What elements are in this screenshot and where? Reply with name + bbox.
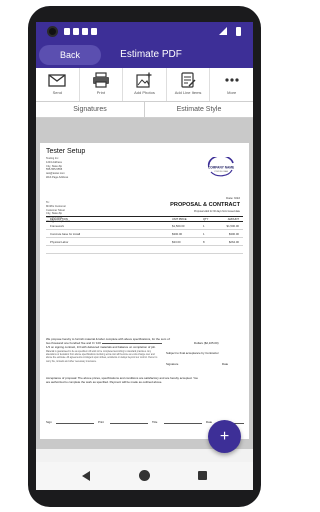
row-description: Physical Labor [50, 240, 69, 244]
action-toolbar: Send Print Add Photos Add Line Items Mor… [36, 68, 253, 102]
notification-icon [64, 28, 70, 35]
pdf-preview-area[interactable]: Tester Setup Testing Inc 1234 Address Ci… [36, 118, 253, 449]
add-photo-icon [136, 72, 152, 88]
row-unit-price: $300.00 [172, 232, 183, 236]
tab-estimate-style[interactable]: Estimate Style [145, 102, 253, 117]
camera-icon [47, 26, 58, 37]
title-line [164, 421, 202, 424]
line-items-table: DESCRIPTION UNIT PRICE QTY AMOUNT Framew… [46, 216, 243, 254]
add-photos-label: Add Photos [134, 90, 155, 95]
print-button[interactable]: Print [80, 68, 124, 101]
signal-icon [219, 27, 227, 35]
sign-label: Sign [46, 420, 52, 424]
proposal-section: We propose hereby to furnish material & … [46, 337, 244, 384]
date-label: Date [222, 362, 229, 366]
business-info: Testing Inc 1234 Address City, State Zip… [46, 157, 68, 180]
add-fab-button[interactable]: + [208, 420, 241, 453]
system-nav-bar [36, 462, 253, 490]
row-amount: $264.00 [228, 240, 239, 244]
logo-company-name: COMPANY NAME [208, 166, 234, 170]
tab-signatures[interactable]: Signatures [36, 102, 145, 117]
row-description: Concrete base for install [50, 232, 81, 236]
proposal-dollars: Dollars ($2,105.00) [194, 341, 219, 345]
business-line: Web Page Address [46, 175, 69, 179]
add-line-items-label: Add Line Items [174, 90, 202, 95]
more-button[interactable]: More [210, 68, 253, 101]
send-button[interactable]: Send [36, 68, 80, 101]
col-description: DESCRIPTION [50, 218, 68, 221]
terms-text: Material is guaranteed to be as specifie… [46, 351, 158, 363]
row-qty: 8 [203, 240, 205, 244]
proposal-words: two thousand one hundred five and 0 / 10… [46, 341, 101, 345]
row-description: Framework [50, 224, 64, 228]
table-row: Physical Labor $33.00 8 $264.00 [46, 238, 243, 246]
sign-line [56, 421, 94, 424]
proposal-amount-line: two thousand one hundred five and 0 / 10… [46, 341, 244, 345]
send-label: Send [52, 90, 62, 95]
page-title: Estimate PDF [120, 49, 182, 60]
app-bar: Back Estimate PDF [36, 42, 253, 68]
more-icon [225, 78, 239, 82]
printer-icon [92, 72, 109, 88]
sd-card-icon [91, 28, 97, 35]
table-row-empty [46, 246, 243, 254]
document-heading: PROPOSAL & CONTRACT [170, 202, 240, 208]
document-date: Date: 9/22 [226, 196, 240, 200]
signature-label: Signature [166, 362, 179, 366]
date-label-doc: Date [206, 420, 213, 424]
battery-icon [236, 27, 241, 36]
table-row: Framework $1,500.00 1 $1,500.00 [46, 222, 243, 230]
col-amount: AMOUNT [227, 218, 239, 221]
acceptance-line: are authorized to complete the work as s… [46, 380, 163, 384]
more-label: More [227, 90, 237, 95]
add-line-items-button[interactable]: Add Line Items [167, 68, 211, 101]
logo-slogan: YOUR SLOGAN [214, 170, 229, 173]
print-label: Print [96, 90, 105, 95]
row-unit-price: $33.00 [172, 240, 181, 244]
add-line-items-icon [181, 72, 196, 88]
col-qty: QTY [203, 218, 209, 221]
envelope-icon [48, 74, 66, 87]
back-button[interactable]: Back [39, 45, 101, 65]
row-amount: $1,500.00 [226, 224, 239, 228]
status-bar [36, 22, 253, 42]
row-qty: 1 [203, 224, 205, 228]
tab-bar: Signatures Estimate Style [36, 102, 253, 118]
nav-home-icon[interactable] [139, 470, 150, 481]
print-label-doc: Print [98, 420, 104, 424]
print-line [110, 421, 148, 424]
subject-note: Subject to final acceptance by Contracto… [166, 351, 219, 355]
company-logo: COMPANY NAME YOUR SLOGAN [208, 157, 234, 177]
file-icon [82, 28, 88, 35]
row-unit-price: $1,500.00 [172, 224, 185, 228]
estimate-document: Tester Setup Testing Inc 1234 Address Ci… [40, 143, 249, 439]
document-subheading: Proposal valid for 30 days from Issued d… [194, 210, 240, 213]
amount-underline [101, 341, 162, 344]
nav-recents-icon[interactable] [198, 471, 207, 480]
proposal-terms-line: 1/3 on signing contract, 1/3 with delive… [46, 345, 156, 349]
company-title: Tester Setup [46, 148, 86, 155]
download-icon [73, 28, 79, 35]
row-qty: 1 [203, 232, 205, 236]
nav-back-icon[interactable] [82, 471, 90, 481]
app-screen: Back Estimate PDF Send Print Add Photos … [36, 22, 253, 490]
col-unit-price: UNIT PRICE [172, 218, 187, 221]
table-row: Concrete base for install $300.00 1 $300… [46, 230, 243, 238]
terms-block: Material is guaranteed to be as specifie… [46, 351, 244, 373]
add-photos-button[interactable]: Add Photos [123, 68, 167, 101]
row-amount: $300.00 [228, 232, 239, 236]
title-label: Title [152, 420, 158, 424]
